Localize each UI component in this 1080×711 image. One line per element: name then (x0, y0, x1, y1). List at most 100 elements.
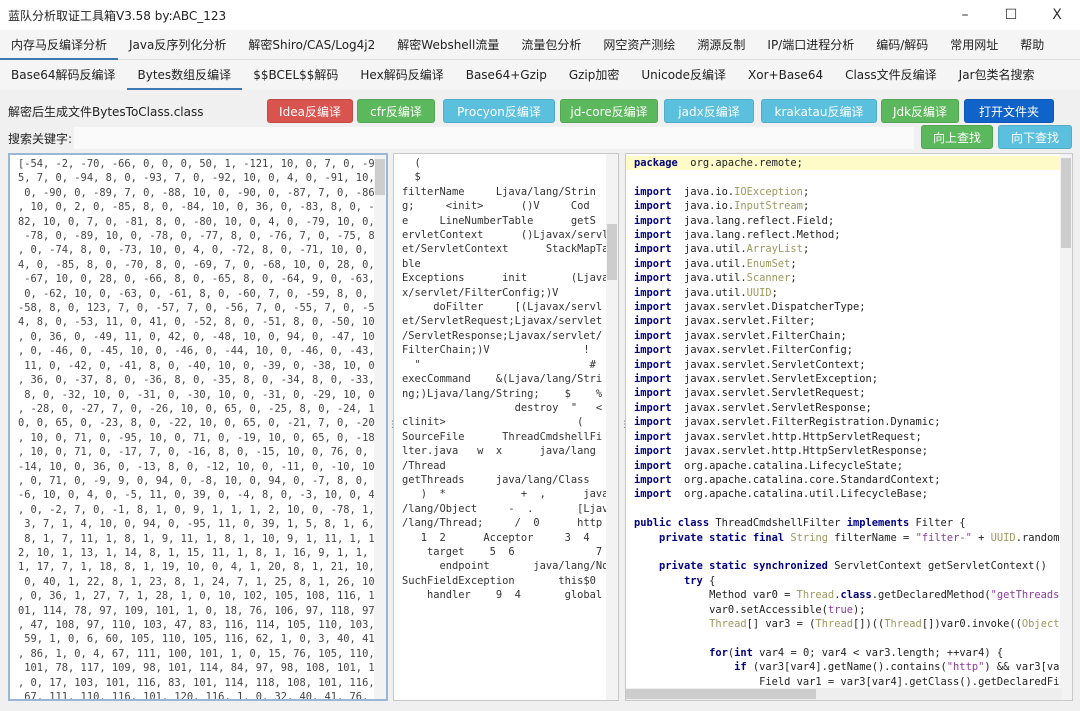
subtab-3[interactable]: Hex解码反编译 (349, 60, 454, 90)
class-strings-view[interactable]: ( $ filterName Ljava/lang/Strin g; <init> … (393, 153, 619, 701)
code-line: import java.io.InputStream; (626, 199, 1072, 213)
code-line: import javax.servlet.FilterRegistration.… (626, 415, 1072, 429)
text-line: 0, 0, 65, 0, -23, 8, 0, -22, 10, 0, 65, … (18, 417, 375, 430)
subtab-0[interactable]: Base64解码反编译 (0, 60, 127, 90)
vertical-scrollbar[interactable] (606, 154, 618, 700)
text-line: , 0, 17, 103, 101, 116, 83, 101, 114, 11… (18, 676, 375, 689)
vertical-scrollbar[interactable] (374, 155, 386, 699)
decompile-button-5[interactable]: krakatau反编译 (761, 99, 877, 123)
tab-0[interactable]: 内存马反编译分析 (0, 30, 119, 60)
minimize-button[interactable]: – (942, 7, 988, 23)
text-line: x/servlet/FilterConfig;)V (402, 286, 559, 299)
tab-2[interactable]: 解密Shiro/CAS/Log4j2 (237, 30, 386, 60)
subtab-6[interactable]: Unicode反编译 (630, 60, 737, 90)
text-line: , 0, -74, 8, 0, -73, 10, 0, 4, 0, -72, 8… (18, 244, 369, 257)
text-line: 0, -62, 10, 0, -63, 0, -61, 8, 0, -60, 7… (18, 287, 369, 300)
code-token: import (634, 430, 672, 443)
text-line: ( (402, 157, 421, 169)
decompile-button-7[interactable]: 打开文件夹 (964, 99, 1054, 123)
code-token: try (684, 574, 703, 587)
tab-5[interactable]: 网空资产测绘 (592, 30, 686, 60)
subtab-5[interactable]: Gzip加密 (558, 60, 631, 90)
text-line: , 47, 108, 97, 110, 103, 47, 83, 116, 11… (18, 619, 375, 631)
horizontal-scrollbar[interactable] (626, 688, 1062, 700)
code-token: import (634, 344, 672, 357)
text-line: clinit> ( (402, 416, 584, 429)
decompile-button-4[interactable]: jadx反编译 (664, 99, 754, 123)
tab-6[interactable]: 溯源反制 (686, 30, 756, 60)
text-line: 01, 114, 78, 97, 109, 101, 1, 0, 18, 76,… (18, 604, 375, 617)
decompiled-code-view[interactable]: package org.apache.remote; import java.io… (625, 153, 1073, 701)
tab-8[interactable]: 编码/解码 (865, 30, 939, 60)
code-token: javax.servlet.Filter; (671, 315, 816, 328)
bytes-array-textarea[interactable]: [-54, -2, -70, -66, 0, 0, 0, 50, 1, -121… (8, 153, 388, 701)
code-token: class (840, 589, 872, 602)
decompile-button-1[interactable]: cfr反编译 (357, 99, 435, 123)
code-token: javax.servlet.ServletException; (671, 373, 878, 386)
code-token: String (790, 531, 828, 544)
text-line: -78, 0, -89, 10, 0, -78, 0, -77, 8, 0, -… (18, 230, 375, 243)
code-token: [])var0.invoke(( (921, 617, 1022, 630)
maximize-button[interactable]: ☐ (988, 7, 1034, 23)
search-down-button[interactable]: 向下查找 (998, 125, 1072, 149)
text-line: , 0, -46, 0, -45, 10, 0, -46, 0, -44, 10… (18, 345, 375, 358)
code-token: ServletContext getServletContext() (827, 560, 1054, 573)
tab-3[interactable]: 解密Webshell流量 (386, 30, 510, 60)
text-line: handler 9 4 global (402, 589, 603, 602)
text-line: g; <init> ()V Cod (402, 200, 590, 213)
tab-10[interactable]: 帮助 (1009, 30, 1055, 60)
text-line: Exceptions init (Ljava (402, 272, 609, 285)
code-token: org.apache.catalina.LifecycleState; (671, 459, 904, 472)
decompile-button-2[interactable]: Procyon反编译 (443, 99, 555, 123)
decompile-button-6[interactable]: Jdk反编译 (881, 99, 959, 123)
code-token: import (634, 329, 672, 342)
text-line: e LineNumberTable getS (402, 214, 596, 227)
code-token: ; (790, 257, 797, 270)
text-line: 0, 40, 1, 22, 8, 1, 23, 8, 1, 24, 7, 1, … (18, 575, 375, 588)
close-button[interactable]: X (1034, 7, 1080, 23)
code-token: import (634, 416, 672, 429)
tab-7[interactable]: IP/端口进程分析 (756, 30, 865, 60)
text-line: " # (402, 358, 596, 371)
tab-4[interactable]: 流量包分析 (510, 30, 592, 60)
code-token: private static synchronized (659, 560, 828, 573)
text-line: lter.java w x java/lang (402, 445, 596, 458)
subtab-7[interactable]: Xor+Base64 (737, 60, 834, 90)
splitter-handle[interactable]: ⋮ (620, 420, 629, 434)
vertical-scrollbar[interactable] (1060, 154, 1072, 700)
code-line: public class ThreadCmdshellFilter implem… (626, 516, 1072, 530)
search-up-button[interactable]: 向上查找 (921, 125, 993, 149)
subtab-2[interactable]: $$BCEL$$解码 (242, 60, 349, 90)
decompile-button-3[interactable]: jd-core反编译 (560, 99, 658, 123)
subtab-8[interactable]: Class文件反编译 (834, 60, 948, 90)
code-token: javax.servlet.ServletRequest; (671, 387, 866, 400)
output-file-label: 解密后生成文件BytesToClass.class (8, 105, 204, 119)
code-line: import javax.servlet.FilterChain; (626, 329, 1072, 343)
code-token: UUID (746, 286, 772, 299)
text-line: 4, 0, -85, 8, 0, -70, 8, 0, -69, 7, 0, -… (18, 258, 375, 271)
code-token: true (827, 603, 853, 616)
tab-9[interactable]: 常用网址 (939, 30, 1009, 60)
code-token: import (634, 445, 672, 458)
subtab-4[interactable]: Base64+Gzip (455, 60, 558, 90)
splitter-handle[interactable]: ⋮ (388, 420, 397, 434)
code-line: import java.io.IOException; (626, 185, 1072, 199)
text-line: , 86, 1, 0, 4, 67, 111, 100, 101, 1, 0, … (18, 647, 375, 660)
subtab-9[interactable]: Jar包类名搜索 (948, 60, 1046, 90)
code-token: var0.setAccessible( (634, 603, 828, 616)
search-input[interactable] (74, 127, 914, 149)
code-token: java.io. (671, 200, 735, 213)
code-line: import java.util.ArrayList; (626, 242, 1072, 256)
code-line: import java.util.Scanner; (626, 271, 1072, 285)
tab-1[interactable]: Java反序列化分析 (118, 30, 237, 60)
text-line: $ (402, 171, 421, 184)
code-line: package org.apache.remote; (626, 156, 1072, 171)
subtab-1[interactable]: Bytes数组反编译 (126, 60, 243, 90)
code-token: import (634, 358, 672, 371)
code-token: "filter-" (915, 531, 972, 544)
code-token: ; (802, 185, 810, 198)
text-line: target 5 6 7 8 (402, 545, 619, 558)
decompile-button-0[interactable]: Idea反编译 (267, 99, 353, 123)
